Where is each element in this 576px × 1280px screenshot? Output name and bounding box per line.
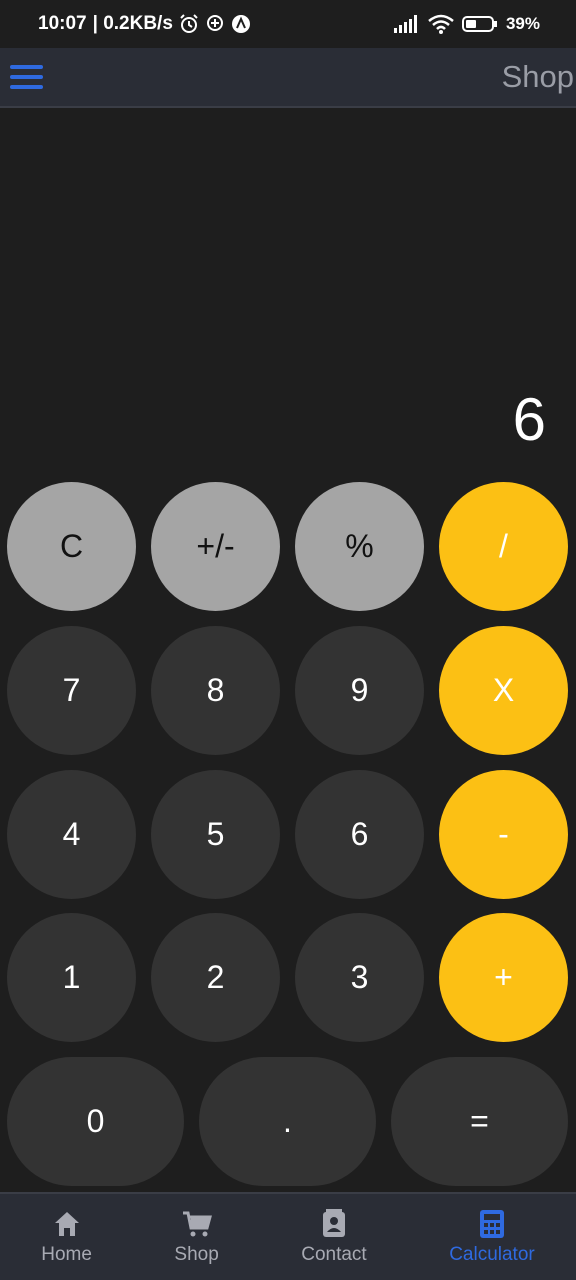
signal-icon [393, 15, 417, 33]
digit-3-button[interactable]: 3 [295, 913, 424, 1042]
nav-item-home[interactable]: Home [41, 1208, 92, 1266]
minus-button[interactable]: - [439, 770, 568, 899]
status-time: 10:07 [38, 13, 87, 34]
battery-icon [461, 16, 497, 32]
app-bar: Shop [0, 48, 576, 108]
digit-8-button[interactable]: 8 [151, 626, 280, 755]
status-left: 10:07 | 0.2KB/s [38, 13, 251, 35]
equals-button[interactable]: = [391, 1057, 568, 1186]
nav-item-contact[interactable]: Contact [301, 1208, 367, 1266]
digit-5-button[interactable]: 5 [151, 770, 280, 899]
digit-7-button[interactable]: 7 [7, 626, 136, 755]
alarm-icon [180, 14, 198, 33]
result-display: 6 [512, 386, 546, 453]
digit-0-button[interactable]: 0 [7, 1057, 184, 1186]
status-network-speed: | 0.2KB/s [92, 13, 173, 34]
sign-toggle-button[interactable]: +/- [151, 482, 280, 611]
menu-line [9, 65, 43, 69]
app-icon [231, 15, 250, 33]
digit-9-button[interactable]: 9 [295, 626, 424, 755]
wifi-icon [428, 14, 454, 34]
digit-6-button[interactable]: 6 [295, 770, 424, 899]
status-right: 39% [393, 14, 540, 34]
nav-label-home: Home [41, 1244, 92, 1265]
page-title: Shop [501, 59, 574, 94]
multiply-button[interactable]: X [439, 626, 568, 755]
decimal-button[interactable]: . [199, 1057, 376, 1186]
keypad: C +/- % / 7 8 9 X 4 5 6 - 1 2 3 + 0 . = [0, 0, 576, 1280]
menu-icon[interactable] [0, 47, 50, 107]
location-icon [206, 15, 223, 31]
divide-button[interactable]: / [439, 482, 568, 611]
nav-label-contact: Contact [301, 1244, 367, 1265]
clear-button[interactable]: C [7, 482, 136, 611]
contact-icon [322, 1209, 345, 1237]
percent-button[interactable]: % [295, 482, 424, 611]
menu-line [9, 85, 43, 89]
nav-item-calculator[interactable]: Calculator [449, 1208, 535, 1266]
cart-icon [182, 1211, 212, 1237]
nav-item-shop[interactable]: Shop [174, 1208, 219, 1266]
plus-button[interactable]: + [439, 913, 568, 1042]
digit-2-button[interactable]: 2 [151, 913, 280, 1042]
home-icon [54, 1212, 79, 1236]
nav-label-calculator: Calculator [449, 1244, 535, 1265]
nav-label-shop: Shop [174, 1244, 219, 1265]
calculator-screen: 10:07 | 0.2KB/s 39% Shop 6 C +/- % / 7 8… [0, 0, 576, 1280]
menu-line [9, 75, 43, 79]
digit-1-button[interactable]: 1 [7, 913, 136, 1042]
calculator-icon [479, 1210, 504, 1238]
status-bar: 10:07 | 0.2KB/s 39% [0, 0, 576, 48]
battery-percent: 39% [505, 14, 540, 33]
bottom-nav: Home Shop Contact Calculator [0, 1192, 576, 1280]
digit-4-button[interactable]: 4 [7, 770, 136, 899]
